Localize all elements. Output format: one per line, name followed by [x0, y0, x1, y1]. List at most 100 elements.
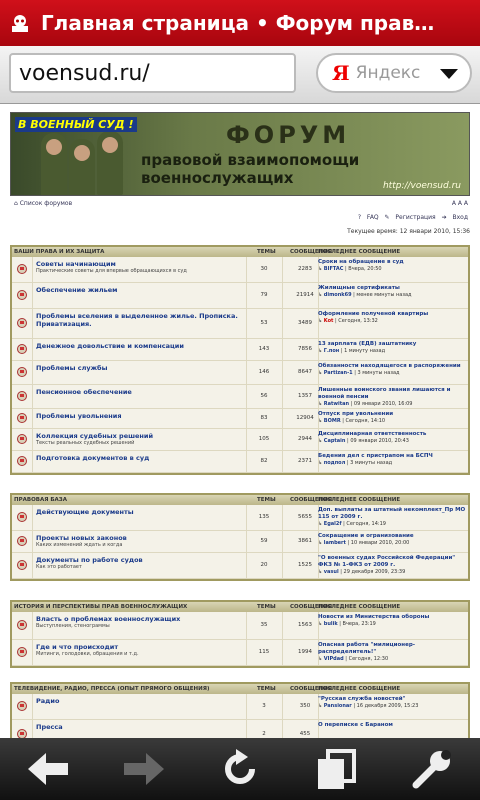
forum-info: Пенсионное обеспечение — [36, 388, 248, 396]
forum-banner[interactable]: В ВОЕННЫЙ СУД ! ФОРУМ правовой взаимопом… — [10, 112, 470, 196]
tabs-button[interactable] — [306, 744, 366, 794]
last-post-topic-link[interactable]: Дисциплинарная ответственность — [318, 431, 468, 438]
category-title[interactable]: ВАШИ ПРАВА И ИХ ЗАЩИТА — [14, 249, 244, 255]
font-size-switch[interactable]: A A A — [452, 200, 468, 207]
last-post-author-link[interactable]: Г.пон — [324, 348, 339, 354]
last-post-topic-link[interactable]: 13 зарплата (ЕДВ) заштатнику — [318, 341, 468, 348]
column-divider — [32, 505, 33, 530]
forum-row[interactable]: Проблемы увольнения 83 12904 Отпуск при уво… — [12, 409, 468, 429]
reload-button[interactable] — [210, 744, 270, 794]
forum-row[interactable]: Советы начинающим Практические советы для… — [12, 257, 468, 283]
forum-row[interactable]: Действующие документы 135 5655 Доп. выплаты… — [12, 505, 468, 531]
forum-row[interactable]: Где и что происходит Митинги, голодовки, … — [12, 640, 468, 666]
forum-row[interactable]: Проекты новых законов Каких изменений жда… — [12, 531, 468, 553]
last-post-author-link[interactable]: Pansionar — [324, 703, 352, 709]
last-post-topic-link[interactable]: Опасная работа "милиционер-распределител… — [318, 642, 468, 656]
category-title[interactable]: ИСТОРИЯ И ПЕРСПЕКТИВЫ ПРАВ ВОЕННОСЛУЖАЩИ… — [14, 604, 244, 610]
chevron-down-icon[interactable] — [440, 69, 458, 79]
forum-name-link[interactable]: Проблемы увольнения — [36, 412, 248, 420]
forum-name-link[interactable]: Проблемы вселения в выделенное жилье. Пр… — [36, 312, 248, 328]
favicon-icon — [7, 10, 33, 36]
last-post-byline: ↳ Г.пон | 1 минуту назад — [318, 348, 468, 354]
last-post-author-link[interactable]: dimonk69 — [324, 292, 352, 298]
forum-row[interactable]: Власть о проблемах военнослужащих Выступл… — [12, 612, 468, 640]
last-post: Сроки на обращение в суд ↳ BIFTAC | Вчера… — [318, 259, 468, 272]
last-post-time: | Сегодня, 14:10 — [340, 418, 386, 424]
last-post-topic-link[interactable]: Обязанности находящегося в распоряжении — [318, 363, 468, 370]
forum-status-icon — [17, 512, 27, 522]
last-post-author-link[interactable]: VIPdad — [324, 656, 344, 662]
faq-link[interactable]: ? FAQ — [358, 214, 379, 221]
last-post-author-link[interactable]: Ratwitan — [324, 401, 349, 407]
breadcrumb[interactable]: ⌂ Список форумов — [14, 200, 72, 207]
forum-name-link[interactable]: Обеспечение жильем — [36, 286, 248, 294]
forum-status-icon — [17, 536, 27, 546]
forum-name-link[interactable]: Подготовка документов в суд — [36, 454, 248, 462]
last-post-topic-link[interactable]: Сроки на обращение в суд — [318, 259, 468, 266]
url-input[interactable]: voensud.ru/ — [9, 53, 296, 93]
column-header-last-post: ПОСЛЕДНЕЕ СООБЩЕНИЕ — [318, 497, 401, 503]
settings-button[interactable] — [402, 744, 462, 794]
forum-row[interactable]: Пенсионное обеспечение 56 1357 Лишенные вои… — [12, 385, 468, 409]
forum-name-link[interactable]: Проекты новых законов — [36, 534, 248, 542]
back-button[interactable] — [18, 744, 78, 794]
forum-info: Пресса — [36, 723, 248, 731]
forum-row[interactable]: Проблемы службы 146 8647 Обязанности находя… — [12, 361, 468, 385]
last-post-topic-link[interactable]: Доп. выплаты за штатный некомплект_Пр МО… — [318, 507, 468, 521]
last-post-author-link[interactable]: bulik — [324, 621, 338, 627]
last-post-author-link[interactable]: BIFTAC — [324, 266, 344, 272]
forum-name-link[interactable]: Денежное довольствие и компенсации — [36, 342, 248, 350]
forum-row[interactable]: Документы по работе судов Как это работае… — [12, 553, 468, 579]
search-engine-selector[interactable]: Я Яндекс — [316, 53, 472, 93]
last-post-time: | 3 минуты назад — [345, 460, 393, 466]
column-divider — [32, 309, 33, 338]
last-post-author-link[interactable]: Kot — [324, 318, 334, 324]
last-post-author-link[interactable]: подпол — [324, 460, 345, 466]
login-link[interactable]: ➔ Вход — [442, 214, 468, 221]
last-post-topic-link[interactable]: Лишенные воинского звания лишаются и вое… — [318, 387, 468, 401]
last-post-topic-link[interactable]: "О военных судах Российской Федерации" Ф… — [318, 555, 468, 569]
web-page-content[interactable]: В ВОЕННЫЙ СУД ! ФОРУМ правовой взаимопом… — [0, 104, 480, 738]
forum-row[interactable]: Пресса 2 455 О переписке с Бараном — [12, 720, 468, 738]
forum-index-link[interactable]: Список форумов — [20, 200, 72, 207]
forum-row[interactable]: Проблемы вселения в выделенное жилье. Пр… — [12, 309, 468, 339]
forum-name-link[interactable]: Документы по работе судов — [36, 556, 248, 564]
last-post-topic-link[interactable]: Оформление полученой квартиры — [318, 311, 468, 318]
category-title[interactable]: ПРАВОВАЯ БАЗА — [14, 497, 244, 503]
last-post-topic-link[interactable]: Новости из Министерства обороны — [318, 614, 468, 621]
forum-name-link[interactable]: Власть о проблемах военнослужащих — [36, 615, 248, 623]
post-count: 2283 — [298, 266, 312, 272]
category-title[interactable]: ТЕЛЕВИДЕНИЕ, РАДИО, ПРЕССА (ОПЫТ ПРЯМОГО… — [14, 686, 244, 692]
forum-name-link[interactable]: Действующие документы — [36, 508, 248, 516]
last-post-topic-link[interactable]: О переписке с Бараном — [318, 722, 468, 729]
forum-row[interactable]: Обеспечение жильем 79 21914 Жилищные сертиф… — [12, 283, 468, 309]
register-link[interactable]: ✎ Регистрация — [384, 214, 435, 221]
forum-name-link[interactable]: Проблемы службы — [36, 364, 248, 372]
forum-name-link[interactable]: Радио — [36, 697, 248, 705]
last-post-author-link[interactable]: BOMR — [324, 418, 341, 424]
forum-name-link[interactable]: Коллекция судебных решений — [36, 432, 248, 440]
forum-name-link[interactable]: Пенсионное обеспечение — [36, 388, 248, 396]
forum-category: ВАШИ ПРАВА И ИХ ЗАЩИТА ТЕМЫ СООБЩЕНИЯ ПОСЛЕ… — [10, 245, 470, 475]
last-post-author-link[interactable]: lambert — [324, 540, 346, 546]
last-post-author-link[interactable]: Captain — [324, 438, 346, 444]
last-post-topic-link[interactable]: Жилищные сертификаты — [318, 285, 468, 292]
forum-row[interactable]: Коллекция судебных решений Тексты реальны… — [12, 429, 468, 451]
last-post-author-link[interactable]: Partizan-1 — [324, 370, 353, 376]
column-divider — [282, 309, 283, 338]
last-post-author-link[interactable]: Egal2f — [324, 521, 342, 527]
forward-button[interactable] — [114, 744, 174, 794]
last-post-topic-link[interactable]: "Русская служба новостей" — [318, 696, 468, 703]
forum-row[interactable]: Денежное довольствие и компенсации 143 785… — [12, 339, 468, 361]
forum-name-link[interactable]: Где и что происходит — [36, 643, 248, 651]
last-post-topic-link[interactable]: Сокращение и огранизование — [318, 533, 468, 540]
forum-name-link[interactable]: Советы начинающим — [36, 260, 248, 268]
last-post-topic-link[interactable]: Отпуск при увольнении — [318, 411, 468, 418]
last-post-topic-link[interactable]: Бедения дел с пристрапом на БСПЧ — [318, 453, 468, 460]
forum-row[interactable]: Подготовка документов в суд 82 2371 Бедения… — [12, 451, 468, 473]
last-post-author-link[interactable]: vasul — [324, 569, 339, 575]
tabs-icon — [318, 749, 356, 789]
forum-name-link[interactable]: Пресса — [36, 723, 248, 731]
forum-row[interactable]: Радио 3 350 "Русская служба новостей" ↳ Pans… — [12, 694, 468, 720]
last-post-time: | Сегодня, 14:19 — [341, 521, 386, 527]
